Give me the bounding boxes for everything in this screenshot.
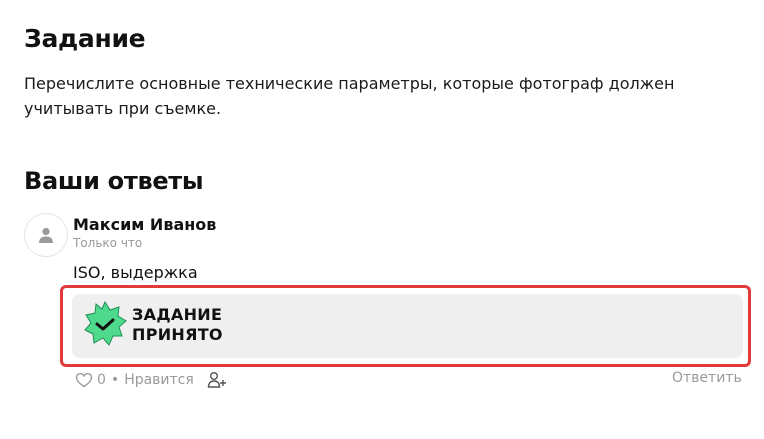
answers-title: Ваши ответы [24,167,204,195]
user-icon [39,227,53,243]
like-button[interactable]: 0 [75,372,106,388]
heart-icon [75,372,93,388]
add-friend-icon [207,372,226,388]
answer-actions: 0 • Нравится [75,370,227,390]
reply-button[interactable]: Ответить [672,370,742,386]
answer-text: ISO, выдержка [73,263,198,282]
answer-author[interactable]: Максим Иванов [73,215,216,234]
task-title: Задание [24,24,146,53]
like-label[interactable]: Нравится [124,372,194,388]
add-friend-button[interactable] [207,371,227,389]
avatar[interactable] [24,213,68,257]
answer-timestamp: Только что [73,236,143,250]
task-description: Перечислите основные технические парамет… [24,74,675,118]
highlight-frame [60,285,751,367]
separator-dot: • [110,372,120,388]
like-count: 0 [97,372,106,388]
